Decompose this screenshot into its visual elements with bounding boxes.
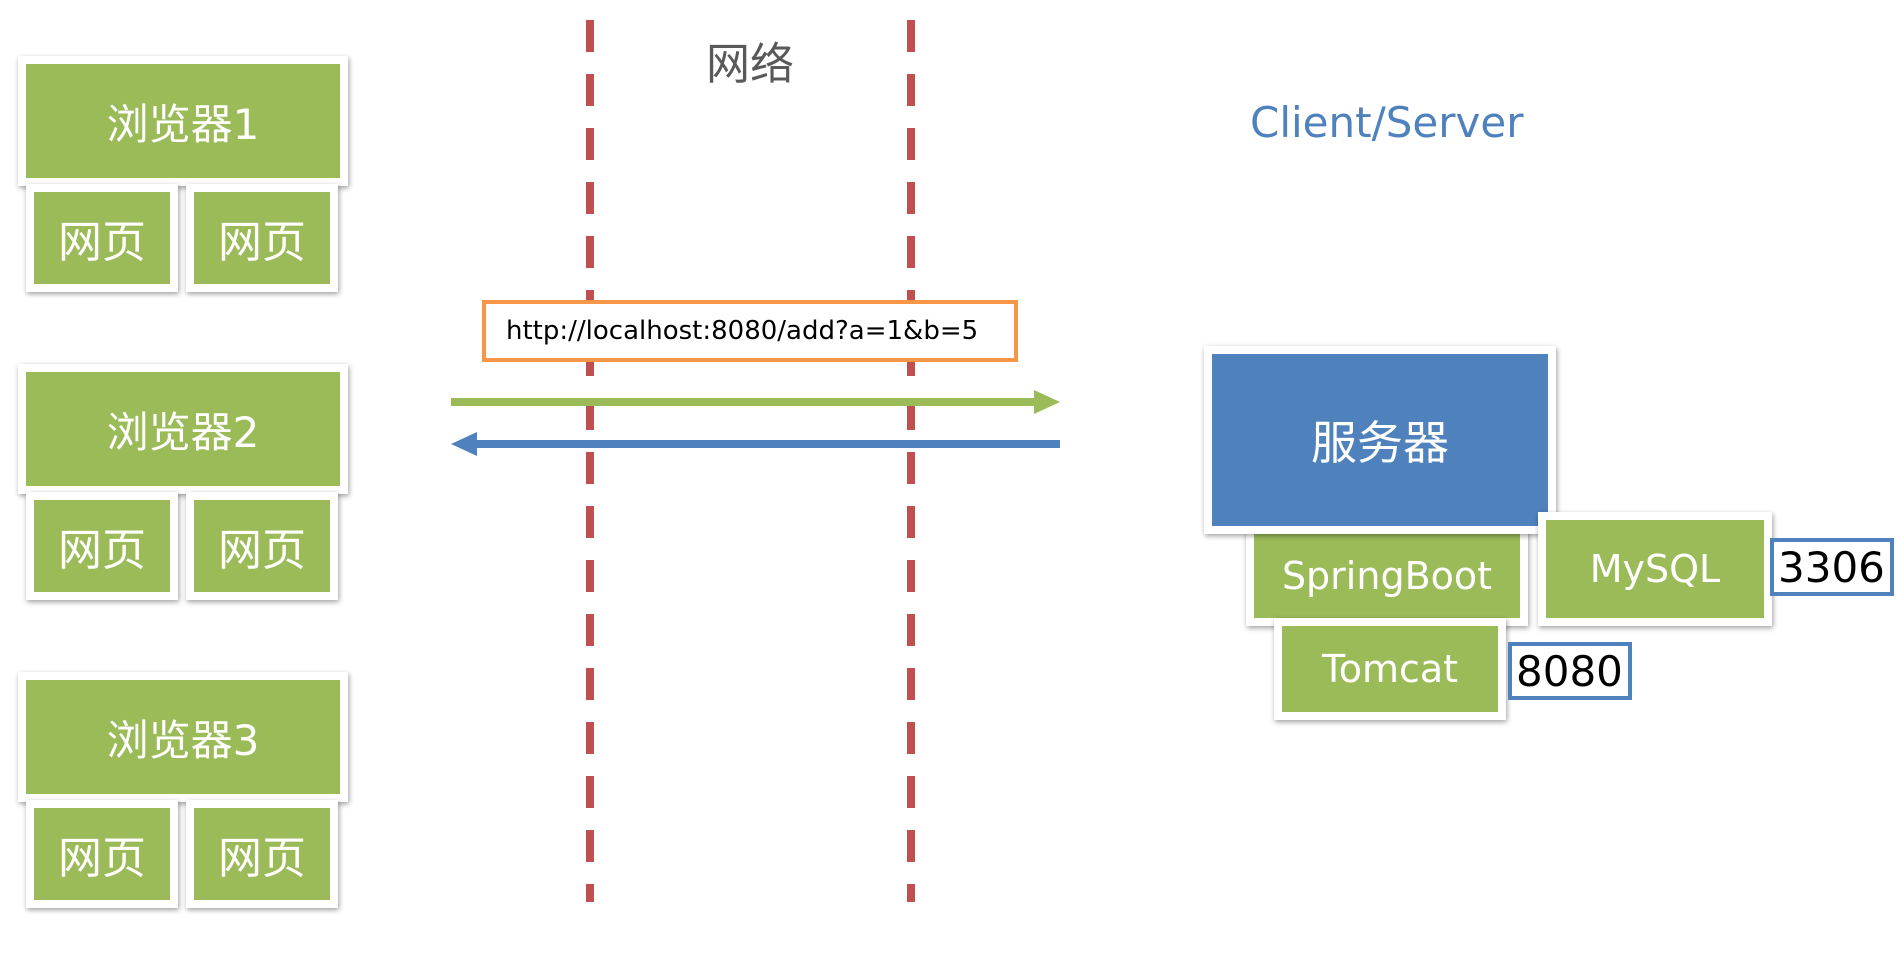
springboot-box: SpringBoot: [1246, 526, 1528, 626]
request-arrowhead: [1034, 390, 1060, 414]
tomcat-box: Tomcat: [1274, 618, 1506, 720]
response-arrowhead: [451, 432, 477, 456]
mysql-box: MySQL: [1538, 512, 1772, 626]
server-box: 服务器: [1204, 346, 1556, 534]
mysql-port-box: 3306: [1770, 538, 1894, 596]
tomcat-port-box: 8080: [1508, 642, 1632, 700]
request-response-arrows: [451, 390, 1060, 456]
